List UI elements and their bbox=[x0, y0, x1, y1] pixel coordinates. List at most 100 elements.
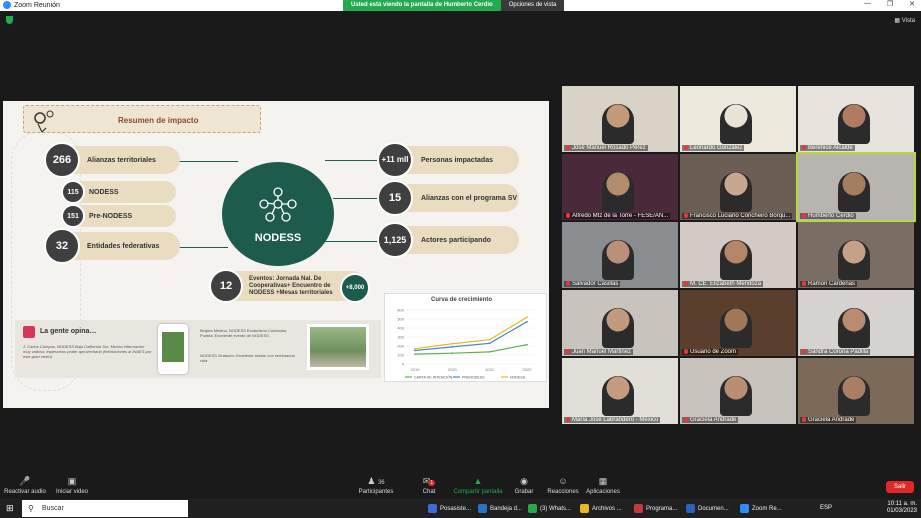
y-tick-label: 100 bbox=[397, 353, 404, 358]
app-icon bbox=[580, 504, 589, 513]
mic-muted-icon bbox=[802, 280, 806, 286]
share-screen-button[interactable]: ▲ Compartir pantalla bbox=[452, 476, 504, 495]
leave-button[interactable]: Salir bbox=[885, 481, 914, 493]
gears-icon bbox=[34, 110, 54, 133]
chart-plot: 0 100 200 300 400 500 600 2019 2020 2021 2022 CARTA… bbox=[397, 308, 535, 380]
participant-video bbox=[602, 104, 634, 144]
participant-name-text: Usuario de Zoom bbox=[690, 349, 737, 355]
participant-tile[interactable]: Sandra Corona Padilla bbox=[798, 290, 914, 356]
restore-icon[interactable]: ❐ bbox=[887, 0, 893, 8]
title-bar: Zoom Reunión Usted está viendo la pantal… bbox=[0, 0, 921, 11]
close-icon[interactable]: ✕ bbox=[909, 0, 915, 8]
participant-video bbox=[838, 104, 870, 144]
participant-tile[interactable]: Juan Manuel Martinez bbox=[562, 290, 678, 356]
participants-button[interactable]: ♟ 36 Participantes bbox=[356, 476, 396, 495]
participant-name: Alfredo Mtz de la Torre - FESE/AN... bbox=[564, 212, 671, 219]
testimonial-text: Begina Medina, NODESS Ecoturismo Cuetzal… bbox=[200, 328, 288, 338]
x-tick-label: 2020 bbox=[448, 367, 458, 372]
taskbar-app[interactable]: Bandeja d... bbox=[478, 500, 522, 517]
participant-tile[interactable]: José Manuel Rosado Pérez bbox=[562, 86, 678, 152]
participant-tile[interactable]: Graciela Andrade bbox=[798, 358, 914, 424]
mic-muted-icon bbox=[802, 348, 806, 354]
participant-video bbox=[720, 376, 752, 416]
reactions-icon: ☺ bbox=[558, 476, 568, 486]
minimize-icon[interactable]: — bbox=[864, 0, 871, 8]
stat-value: 32 bbox=[44, 228, 80, 264]
data-point bbox=[451, 352, 454, 355]
participant-name: Francisco Luciano Concheiro Bórqu... bbox=[682, 212, 793, 219]
data-point bbox=[414, 347, 416, 350]
event-photo bbox=[307, 324, 369, 370]
zoom-logo-icon bbox=[3, 1, 11, 9]
mic-muted-icon bbox=[566, 416, 570, 422]
participant-video bbox=[602, 308, 634, 348]
stat-value: 1,125 bbox=[377, 222, 413, 258]
taskbar-app[interactable]: Documen... bbox=[686, 500, 729, 517]
participant-tile[interactable]: Berenice Alcalde bbox=[798, 86, 914, 152]
app-icon bbox=[634, 504, 643, 513]
meeting-toolbar: 🎤 Reactivar audio ▣ Iniciar video ♟ 36 Part… bbox=[0, 474, 921, 499]
apps-button[interactable]: ▦ Aplicaciones bbox=[584, 476, 622, 495]
view-button[interactable]: ▦ Vista bbox=[894, 17, 915, 24]
participant-tile[interactable]: Humberto Cerdio bbox=[796, 152, 916, 222]
participant-tile[interactable]: Leonardo Gonzalez bbox=[680, 86, 796, 152]
y-tick-label: 600 bbox=[397, 308, 404, 313]
participant-name: María José Labrandero - México bbox=[564, 416, 661, 423]
participant-name-text: Berenice Alcalde bbox=[808, 145, 853, 151]
taskbar-app[interactable]: Programa... bbox=[634, 500, 677, 517]
security-shield-icon[interactable] bbox=[6, 16, 13, 24]
connector-line bbox=[178, 161, 238, 162]
legend-label: PRENODESS bbox=[462, 376, 485, 380]
participant-video bbox=[602, 376, 634, 416]
windows-taskbar: ⊞ ⚲ Buscar Posasiste... Bandeja d... (3) W… bbox=[0, 499, 921, 518]
stat-value: 266 bbox=[44, 142, 80, 178]
participant-tile[interactable]: M. CE. Elizabeth Mendoza bbox=[680, 222, 796, 288]
participant-tile[interactable]: Usuario de Zoom bbox=[680, 290, 796, 356]
windows-start-icon[interactable]: ⊞ bbox=[6, 503, 14, 514]
participant-name-text: Salvador Casillas bbox=[572, 281, 619, 287]
taskbar-app-label: Zoom Re... bbox=[752, 505, 782, 512]
reactions-button[interactable]: ☺ Reacciones bbox=[546, 476, 580, 495]
participant-tile[interactable]: Salvador Casillas bbox=[562, 222, 678, 288]
record-button[interactable]: ◉ Grabar bbox=[512, 476, 536, 495]
data-point bbox=[488, 350, 491, 353]
data-point bbox=[451, 346, 454, 348]
stat-label: Personas impactadas bbox=[421, 156, 493, 164]
participant-tile[interactable]: Ramon Cardenas bbox=[798, 222, 914, 288]
participant-tile[interactable]: Alfredo Mtz de la Torre - FESE/AN... bbox=[562, 154, 678, 220]
taskbar-app[interactable]: Archivos ... bbox=[580, 500, 622, 517]
data-point bbox=[526, 316, 528, 319]
participant-name-text: Graciela Andrade bbox=[690, 417, 737, 423]
stat-label: Pre-NODESS bbox=[89, 212, 133, 220]
mic-muted-icon bbox=[684, 144, 688, 150]
taskbar-clock[interactable]: 10:11 a. m. 01/03/2023 bbox=[887, 501, 917, 515]
stat-label: Entidades federativas bbox=[87, 242, 160, 250]
participants-icon: ♟ 36 bbox=[367, 476, 385, 486]
participant-tile[interactable]: María José Labrandero - México bbox=[562, 358, 678, 424]
taskbar-app[interactable]: Posasiste... bbox=[428, 500, 471, 517]
testimonial-text: J. Carlos Campos, NODESS Baja California… bbox=[23, 344, 152, 359]
taskbar-app[interactable]: (3) Whats... bbox=[528, 500, 571, 517]
mic-muted-icon bbox=[684, 416, 688, 422]
view-options-button[interactable]: Opciones de vista bbox=[500, 0, 565, 11]
app-title: Zoom Reunión bbox=[3, 1, 60, 9]
chat-icon: ✉1 bbox=[422, 476, 436, 486]
window-controls: — ❐ ✕ bbox=[864, 0, 915, 8]
start-video-button[interactable]: ▣ Iniciar video bbox=[52, 476, 92, 495]
y-tick-label: 400 bbox=[397, 326, 404, 331]
language-indicator[interactable]: ESP bbox=[820, 505, 832, 511]
stat-pill: NODESS bbox=[71, 181, 176, 203]
taskbar-app-label: Bandeja d... bbox=[490, 505, 523, 512]
taskbar-search[interactable]: ⚲ Buscar bbox=[22, 500, 188, 517]
stat-label: Alianzas territoriales bbox=[87, 156, 156, 164]
participant-tile[interactable]: Graciela Andrade bbox=[680, 358, 796, 424]
mic-muted-icon bbox=[802, 416, 806, 422]
mic-muted-icon bbox=[566, 348, 570, 354]
taskbar-app[interactable]: Zoom Re... bbox=[740, 500, 782, 517]
chat-button[interactable]: ✉1 Chat bbox=[416, 476, 442, 495]
participant-video bbox=[838, 308, 870, 348]
unmute-button[interactable]: 🎤 Reactivar audio bbox=[4, 476, 46, 495]
stat-value: +11 mll bbox=[377, 142, 413, 178]
connector-line bbox=[333, 198, 383, 199]
participant-tile[interactable]: Francisco Luciano Concheiro Bórqu... bbox=[680, 154, 796, 220]
